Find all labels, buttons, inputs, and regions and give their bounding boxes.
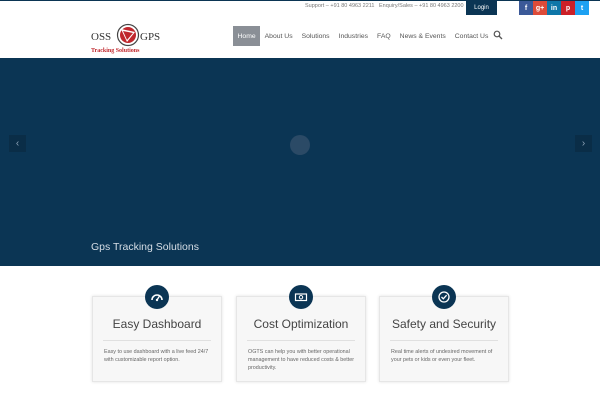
pinterest-icon[interactable]: p bbox=[561, 1, 575, 15]
sales-phone: Enquiry/Sales – +91 80 4963 2200 bbox=[379, 3, 464, 9]
nav-contact-us[interactable]: Contact Us bbox=[450, 26, 493, 46]
feature-description: Easy to use dashboard with a live feed 2… bbox=[104, 349, 209, 363]
support-phone: Support – +91 80 4963 2211 bbox=[305, 3, 375, 9]
logo-tagline: Tracking Solutions bbox=[91, 48, 140, 54]
site-header: OSS GPS Tracking Solutions Home About Us… bbox=[0, 16, 600, 58]
search-icon[interactable] bbox=[493, 30, 503, 40]
feature-title: Cost Optimization bbox=[253, 317, 349, 331]
facebook-icon[interactable]: f bbox=[519, 1, 533, 15]
login-button[interactable]: Login bbox=[466, 1, 497, 15]
slider-prev-button[interactable]: ‹ bbox=[9, 135, 26, 152]
logo-right-word: GPS bbox=[140, 31, 161, 43]
dashboard-icon bbox=[145, 285, 169, 309]
top-bar: Support – +91 80 4963 2211 Enquiry/Sales… bbox=[0, 1, 600, 16]
feature-description: Real time alerts of undesired movement o… bbox=[391, 349, 493, 363]
check-circle-icon bbox=[432, 285, 456, 309]
nav-home[interactable]: Home bbox=[233, 26, 261, 46]
social-links: f g+ in p t bbox=[519, 1, 589, 15]
twitter-icon[interactable]: t bbox=[575, 1, 589, 15]
google-plus-icon[interactable]: g+ bbox=[533, 1, 547, 15]
feature-description: OGTS can help you with better operationa… bbox=[248, 349, 355, 371]
slider-play-indicator[interactable] bbox=[290, 135, 310, 155]
logo-mark-icon bbox=[116, 23, 140, 47]
hero-caption: Gps Tracking Solutions bbox=[91, 241, 199, 253]
feature-title: Easy Dashboard bbox=[112, 317, 202, 331]
nav-industries[interactable]: Industries bbox=[334, 26, 372, 46]
main-nav: Home About Us Solutions Industries FAQ N… bbox=[233, 26, 493, 46]
divider bbox=[390, 340, 498, 341]
divider bbox=[103, 340, 211, 341]
site-logo[interactable]: OSS GPS Tracking Solutions bbox=[91, 19, 165, 57]
nav-about-us[interactable]: About Us bbox=[260, 26, 297, 46]
logo-left-word: OSS bbox=[91, 31, 112, 43]
slider-next-button[interactable]: › bbox=[575, 135, 592, 152]
feature-title: Safety and Security bbox=[391, 317, 497, 331]
divider bbox=[247, 340, 355, 341]
linkedin-icon[interactable]: in bbox=[547, 1, 561, 15]
nav-faq[interactable]: FAQ bbox=[373, 26, 396, 46]
money-icon bbox=[289, 285, 313, 309]
nav-news-events[interactable]: News & Events bbox=[395, 26, 450, 46]
hero-slider: ‹ › Gps Tracking Solutions bbox=[0, 58, 600, 266]
nav-solutions[interactable]: Solutions bbox=[297, 26, 334, 46]
